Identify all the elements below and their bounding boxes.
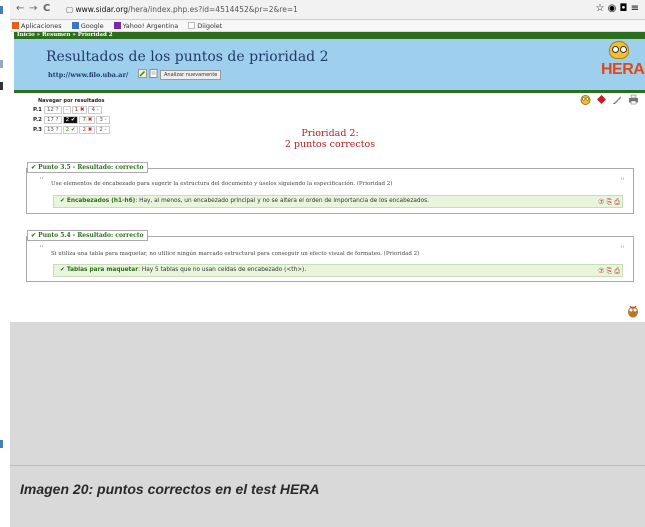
page-header: Resultados de los puntos de prioridad 2 …	[14, 39, 645, 93]
reanalyze-button[interactable]: Analizar nuevamente	[160, 70, 222, 80]
result-action-icons[interactable]: ⑦ ⎘ ⎙	[598, 197, 620, 208]
priority-summary: Prioridad 2: 2 puntos correctos	[250, 128, 410, 150]
result-action-icons[interactable]: ⑦ ⎘ ⎙	[598, 266, 620, 277]
page-icon	[188, 22, 196, 29]
document-icon[interactable]	[149, 69, 158, 78]
test-result: ✔ Tablas para maquetar: Hay 5 tablas que…	[53, 264, 623, 277]
result-text: : Hay, al menos, un encabezado principal…	[135, 198, 430, 204]
open-quote-icon: “	[39, 244, 45, 255]
owl-help-icon[interactable]	[580, 94, 591, 105]
left-document-margin	[0, 0, 10, 465]
caption-box: Imagen 20: puntos correctos en el test H…	[10, 465, 645, 527]
open-quote-icon: “	[39, 176, 45, 187]
address-bar[interactable]: ▢ www.sidar.org/hera/index.php.es?id=451…	[66, 3, 566, 16]
print-icon[interactable]	[628, 94, 639, 105]
yahoo-icon	[113, 22, 121, 29]
result-label[interactable]: ✔ Encabezados (h1-h6)	[60, 198, 135, 204]
bookmark-aplicaciones[interactable]: Aplicaciones	[12, 22, 62, 30]
back-button[interactable]: ←	[16, 3, 24, 14]
apps-icon	[12, 22, 19, 29]
result-section-3-5: ✔ Punto 3.5 - Resultado: correcto “ Use …	[26, 162, 634, 214]
forward-button[interactable]: →	[29, 3, 37, 14]
edit-tool-icon[interactable]	[612, 94, 623, 105]
url-host: www.sidar.org	[75, 5, 129, 14]
checkpoint-quote: Use elementos de encabezado para sugerir…	[51, 181, 393, 187]
section-heading[interactable]: ✔ Punto 5.4 - Resultado: correcto	[27, 230, 148, 241]
url-path: /hera/index.php.es?id=4514452&pr=2&re=1	[128, 5, 298, 14]
hera-page: Inicio » Resumen » Prioridad 2 Resultado…	[10, 32, 645, 322]
analyzed-url[interactable]: http://www.filo.uba.ar/	[48, 71, 128, 79]
breadcrumb[interactable]: Inicio » Resumen » Prioridad 2	[14, 32, 645, 39]
figure-caption: Imagen 20: puntos correctos en el test H…	[20, 481, 320, 497]
owl-icon	[609, 41, 629, 59]
caption-area: Imagen 20: puntos correctos en el test H…	[0, 465, 645, 527]
navigator-row-p3: P.3 13 ? 2 ✔ 2 ✖ 2 -	[32, 126, 111, 135]
bookmark-yahoo[interactable]: Yahoo! Argentina	[113, 22, 178, 30]
close-quote-icon: ”	[619, 177, 625, 188]
bookmarks-bar: Aplicaciones Google Yahoo! Argentina Dii…	[10, 20, 645, 32]
result-text: : Hay 5 tablas que no usan celdas de enc…	[138, 267, 307, 273]
logo-text: HERA	[601, 61, 645, 78]
browser-menu-icons[interactable]: ☆ ◉ ◘ ≡	[595, 3, 639, 14]
priority-count: 2 puntos correctos	[284, 139, 376, 150]
google-icon	[71, 22, 79, 29]
bookmark-google[interactable]: Google	[71, 22, 104, 30]
navigator-row-p1: P.1 12 ? -1 ✖ 4 -	[32, 106, 103, 115]
screenshot-frame: ← → C ▢ www.sidar.org/hera/index.php.es?…	[10, 0, 645, 465]
priority-title: Prioridad 2:	[301, 128, 359, 139]
report-icon[interactable]	[596, 94, 607, 105]
browser-toolbar: ← → C ▢ www.sidar.org/hera/index.php.es?…	[10, 0, 645, 20]
checkpoint-quote: Si utiliza una tabla para maquetar, no u…	[51, 251, 420, 257]
hera-logo: HERA	[599, 41, 645, 89]
section-heading[interactable]: ✔ Punto 3.5 - Resultado: correcto	[27, 162, 148, 173]
navigator-row-p2: P.2 17 ? 2 ✔ 7 ✖ 3 -	[32, 116, 111, 125]
test-result: ✔ Encabezados (h1-h6): Hay, al menos, un…	[53, 195, 623, 208]
result-section-5-4: ✔ Punto 5.4 - Resultado: correcto “ Si u…	[26, 230, 634, 282]
result-label[interactable]: ✔ Tablas para maquetar	[60, 267, 138, 273]
reload-button[interactable]: C	[43, 3, 50, 14]
owl-footer-icon[interactable]	[627, 304, 639, 318]
page-title: Resultados de los puntos de prioridad 2	[46, 49, 329, 65]
navigator-title: Navegar por resultados	[38, 98, 105, 104]
edit-icon[interactable]	[138, 69, 147, 78]
close-quote-icon: ”	[619, 245, 625, 256]
bookmark-diigolet[interactable]: Diigolet	[188, 22, 222, 30]
